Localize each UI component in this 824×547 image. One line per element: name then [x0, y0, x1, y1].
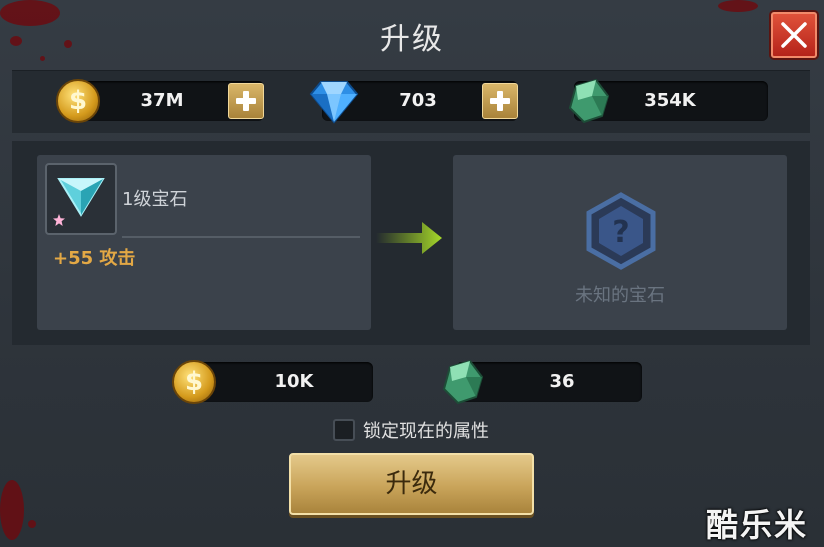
diamond-icon: [309, 81, 359, 124]
gold-cost-amount: 10K: [274, 371, 314, 392]
star-icon: [53, 214, 65, 226]
close-icon: [781, 22, 807, 48]
current-gem-stat: +55 攻击: [53, 248, 136, 269]
lock-attributes-label: 锁定现在的属性: [363, 421, 489, 442]
current-gem-name: 1级宝石: [122, 189, 188, 210]
stone-cost-amount: 36: [549, 371, 575, 392]
blood-splatter: [718, 0, 758, 12]
gold-amount: 37M: [140, 90, 184, 111]
add-diamond-button[interactable]: [482, 83, 518, 119]
upgrade-button[interactable]: 升级: [289, 453, 534, 515]
green-stone-icon: [568, 78, 610, 124]
gold-coin-icon: $: [56, 79, 100, 123]
watermark: 酷乐米: [706, 506, 809, 544]
blood-splatter: [28, 520, 36, 528]
svg-text:?: ?: [612, 215, 629, 250]
green-stone-icon: [442, 359, 484, 405]
upgrade-dialog: 升级 37M $ 703 354K 1级宝石 +55 攻击 ? 未知的宝石 10…: [0, 0, 824, 547]
gold-coin-icon: $: [172, 360, 216, 404]
add-gold-button[interactable]: [228, 83, 264, 119]
divider: [122, 236, 360, 238]
dialog-title: 升级: [380, 22, 444, 57]
result-gem-name: 未知的宝石: [575, 285, 665, 306]
gem-slot[interactable]: [45, 163, 117, 235]
blood-splatter: [0, 480, 24, 540]
diamond-amount: 703: [399, 90, 437, 111]
lock-attributes-checkbox[interactable]: [333, 419, 355, 441]
close-button[interactable]: [771, 12, 817, 58]
stone-amount: 354K: [644, 90, 696, 111]
arrow-right-icon: [376, 222, 442, 254]
triangle-gem-icon: [57, 178, 105, 217]
unknown-gem-icon: ?: [586, 192, 656, 270]
